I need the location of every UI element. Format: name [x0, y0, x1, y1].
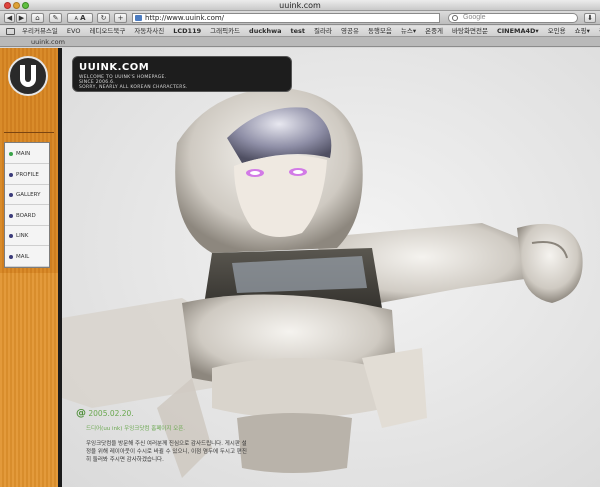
home-button[interactable]: ⌂ [31, 13, 44, 23]
text-size-button[interactable]: A A [67, 13, 93, 23]
download-icon: ⬇ [587, 14, 593, 22]
menu-item-label: LINK [16, 233, 29, 239]
text-larger-label: A [80, 14, 86, 22]
forward-button[interactable]: ▶ [16, 13, 27, 23]
bookmark-item[interactable]: 온중게 [425, 26, 443, 36]
site-banner: UUINK.COM WELCOME TO UUINK'S HOMEPAGE. S… [72, 56, 292, 92]
bullet-icon [9, 193, 13, 197]
menu-item-board[interactable]: BOARD [5, 206, 49, 226]
menu-item-profile[interactable]: PROFILE [5, 165, 49, 185]
menu-item-main[interactable]: MAIN [5, 144, 49, 164]
search-icon [452, 15, 458, 21]
bookmark-list: 우리커뮤스일 EVO 레디오드북구 자동차사진 LCD119 그래픽카드 duckhwa te… [22, 26, 600, 36]
site-favicon-icon [135, 15, 142, 21]
sidebar-divider [4, 132, 54, 133]
reload-button[interactable]: ↻ [97, 13, 110, 23]
bookmark-item[interactable]: test [291, 26, 306, 36]
post-body-line: 히 둘러봐 주시면 감사하겠습니다. [86, 457, 164, 463]
forward-icon: ▶ [18, 14, 25, 22]
bookmark-item[interactable]: 바탕화면전문 [452, 26, 488, 36]
menu-item-gallery[interactable]: GALLERY [5, 185, 49, 205]
post-body: 우잉크닷컴을 방문해 주신 여러분께 진심으로 감사드립니다. 게시판 설 정을… [76, 440, 316, 464]
bookmark-item[interactable]: 질라라 [314, 26, 332, 36]
menu-item-label: MAIN [16, 151, 31, 157]
window-title: uuink.com [279, 1, 321, 10]
banner-title: UUINK.COM [79, 62, 150, 73]
bookmark-item[interactable]: 뉴스▾ [401, 26, 416, 36]
bookmark-item[interactable]: 동행모음 [368, 26, 392, 36]
menu-item-label: GALLERY [16, 192, 41, 198]
at-symbol: @ [76, 408, 86, 419]
bookmark-item[interactable]: 레디오드북구 [89, 26, 125, 36]
tab-bar: uuink.com [0, 37, 600, 47]
bookmark-item[interactable]: EVO [67, 26, 81, 36]
address-bar[interactable]: http://www.uuink.com/ [132, 13, 440, 23]
reload-icon: ↻ [100, 14, 107, 22]
bookmark-item[interactable]: LCD119 [173, 26, 201, 36]
text-smaller-label: A [74, 16, 78, 22]
news-post: @ 2005.02.20. 드디어(uu ink) 우잉크닷컴 홈페이지 오픈.… [76, 408, 316, 464]
bookmark-item[interactable]: CINEMA4D▾ [497, 26, 539, 36]
bullet-icon [9, 152, 13, 156]
menu-item-label: PROFILE [16, 171, 39, 178]
add-bookmark-button[interactable]: + [114, 13, 127, 23]
book-icon[interactable] [6, 28, 15, 35]
bullet-icon [9, 254, 13, 259]
hero-visual: UUINK.COM WELCOME TO UUINK'S HOMEPAGE. S… [62, 48, 600, 487]
menu-item-label: MAIL [16, 253, 30, 260]
back-button[interactable]: ◀ [4, 13, 15, 23]
post-body-line: 우잉크닷컴을 방문해 주신 여러분께 진심으로 감사드립니다. 게시판 설 [86, 441, 247, 447]
bookmark-item[interactable]: duckhwa [249, 26, 281, 36]
post-date-text: 2005.02.20. [88, 409, 134, 418]
post-subtitle: 드디어(uu ink) 우잉크닷컴 홈페이지 오픈. [86, 426, 186, 432]
search-placeholder: Google [463, 14, 486, 21]
bullet-icon [9, 172, 13, 177]
search-field[interactable]: Google [448, 13, 578, 23]
back-icon: ◀ [6, 14, 13, 22]
menu-item-mail[interactable]: MAIL [5, 247, 49, 267]
title-bar: uuink.com [0, 0, 600, 11]
bullet-icon [9, 213, 13, 218]
bookmark-item[interactable]: 우리커뮤스일 [22, 26, 58, 36]
bookmarks-bar: 우리커뮤스일 EVO 레디오드북구 자동차사진 LCD119 그래픽카드 duckhwa te… [0, 26, 600, 37]
nav-menu: MAIN PROFILE GALLERY BOARD LINK MAIL [4, 142, 50, 268]
browser-toolbar: ◀ ▶ ⌂ ✎ A A ↻ + http://www.uuink.com/ Go… [0, 11, 600, 25]
bookmark-item[interactable]: 쇼핑▾ [575, 26, 590, 36]
uuink-logo[interactable] [8, 56, 48, 96]
edit-button[interactable]: ✎ [49, 13, 62, 23]
downloads-button[interactable]: ⬇ [584, 13, 596, 23]
sidebar: MAIN PROFILE GALLERY BOARD LINK MAIL [0, 48, 58, 487]
plus-icon: + [117, 14, 124, 22]
post-body-line: 정을 위해 레이아웃이 수시로 바뀔 수 있으니, 이점 염두에 두시고 편진 [86, 449, 247, 455]
bullet-icon [9, 234, 13, 238]
home-icon: ⌂ [35, 14, 40, 22]
web-page: MAIN PROFILE GALLERY BOARD LINK MAIL UUI… [0, 48, 600, 487]
bookmark-item[interactable]: 오인용 [548, 26, 566, 36]
tab-uuink[interactable]: uuink.com [28, 37, 68, 47]
pencil-icon: ✎ [52, 14, 59, 22]
u-logo-icon [20, 65, 36, 87]
banner-note: SORRY, NEARLY ALL KOREAN CHARACTERS. [79, 85, 188, 90]
post-date: @ 2005.02.20. [76, 408, 316, 419]
menu-item-link[interactable]: LINK [5, 226, 49, 246]
sidebar-lower-panel [0, 273, 58, 487]
bookmark-item[interactable]: 영공유 [341, 26, 359, 36]
menu-item-label: BOARD [16, 212, 36, 219]
address-text: http://www.uuink.com/ [145, 14, 225, 22]
bookmark-item[interactable]: 자동차사진 [134, 26, 164, 36]
bookmark-item[interactable]: 그래픽카드 [210, 26, 240, 36]
